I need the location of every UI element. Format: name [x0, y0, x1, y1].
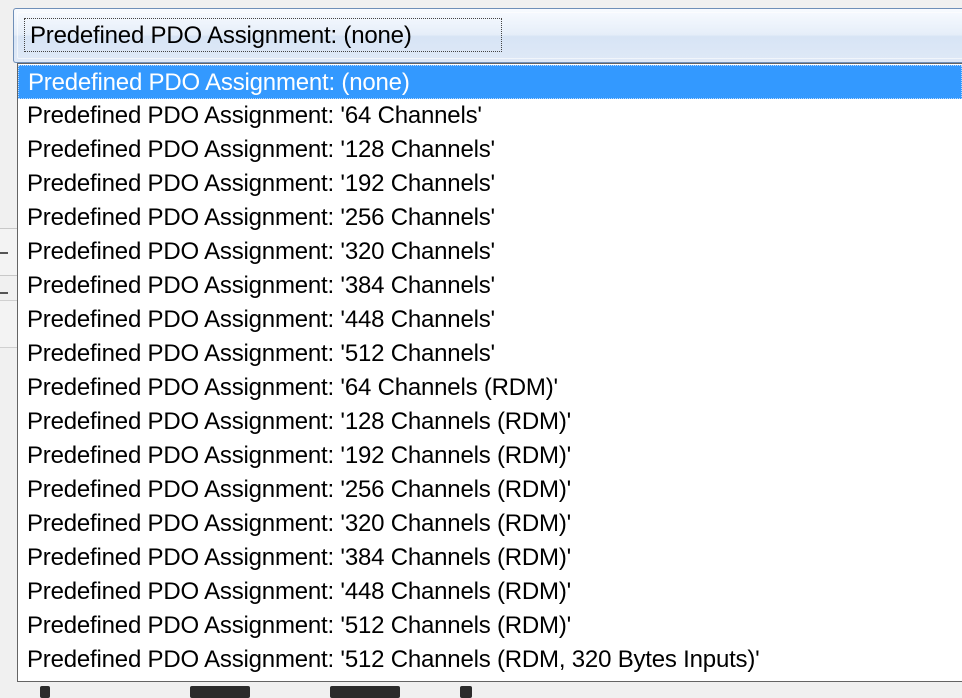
dropdown-option[interactable]: Predefined PDO Assignment: '320 Channels… — [18, 507, 962, 541]
pdo-assignment-dropdown-list[interactable]: Predefined PDO Assignment: (none) Predefi… — [17, 63, 962, 682]
background-obscured-row — [40, 684, 740, 698]
pdo-assignment-combobox[interactable]: Predefined PDO Assignment: (none) — [13, 8, 962, 63]
dropdown-option[interactable]: Predefined PDO Assignment: '256 Channels… — [18, 473, 962, 507]
dropdown-option[interactable]: Predefined PDO Assignment: '320 Channels… — [18, 235, 962, 269]
background-divider — [0, 252, 8, 254]
dropdown-option[interactable]: Predefined PDO Assignment: '384 Channels… — [18, 541, 962, 575]
dropdown-option-selected[interactable]: Predefined PDO Assignment: (none) — [18, 65, 962, 99]
dropdown-option[interactable]: Predefined PDO Assignment: '192 Channels… — [18, 167, 962, 201]
dropdown-option[interactable]: Predefined PDO Assignment: '512 Channels… — [18, 337, 962, 371]
dropdown-option[interactable]: Predefined PDO Assignment: '384 Channels… — [18, 269, 962, 303]
dropdown-option[interactable]: Predefined PDO Assignment: '128 Channels… — [18, 133, 962, 167]
dropdown-option[interactable]: Predefined PDO Assignment: '128 Channels… — [18, 405, 962, 439]
dropdown-option[interactable]: Predefined PDO Assignment: '192 Channels… — [18, 439, 962, 473]
dropdown-option[interactable]: Predefined PDO Assignment: '512 Channels… — [18, 609, 962, 643]
dropdown-option[interactable]: Predefined PDO Assignment: '64 Channels … — [18, 371, 962, 405]
dropdown-option[interactable]: Predefined PDO Assignment: '64 Channels' — [18, 99, 962, 133]
dropdown-option[interactable]: Predefined PDO Assignment: '256 Channels… — [18, 201, 962, 235]
combobox-selected-value: Predefined PDO Assignment: (none) — [30, 22, 412, 49]
dropdown-option[interactable]: Predefined PDO Assignment: '448 Channels… — [18, 303, 962, 337]
dropdown-option[interactable]: Predefined PDO Assignment: '512 Channels… — [18, 643, 962, 677]
background-divider — [0, 292, 8, 294]
dropdown-option[interactable]: Predefined PDO Assignment: '448 Channels… — [18, 575, 962, 609]
